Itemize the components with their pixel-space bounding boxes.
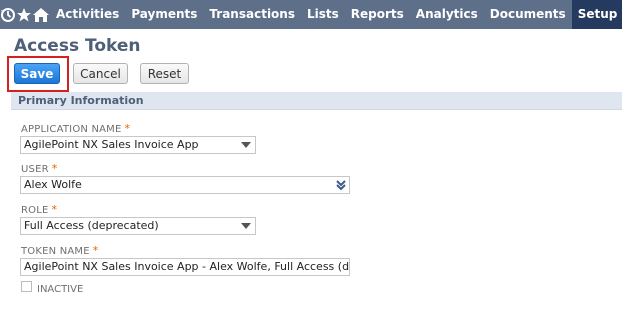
nav-item-reports[interactable]: Reports bbox=[345, 0, 410, 29]
cancel-button[interactable]: Cancel bbox=[73, 63, 128, 84]
required-marker: * bbox=[92, 244, 99, 257]
user-value: Alex Wolfe bbox=[24, 178, 82, 191]
nav-item-analytics[interactable]: Analytics bbox=[410, 0, 484, 29]
inactive-checkbox[interactable] bbox=[21, 281, 32, 292]
home-icon[interactable] bbox=[32, 0, 50, 29]
save-button[interactable]: Save bbox=[14, 63, 60, 84]
token-name-label-text: TOKEN NAME bbox=[21, 246, 90, 257]
section-header-primary-information: Primary Information bbox=[11, 92, 622, 110]
role-label: ROLE * bbox=[21, 203, 57, 216]
role-label-text: ROLE bbox=[21, 205, 49, 216]
role-value: Full Access (deprecated) bbox=[24, 219, 159, 232]
token-name-label: TOKEN NAME * bbox=[21, 244, 99, 257]
application-name-label-text: APPLICATION NAME bbox=[21, 124, 122, 135]
application-name-value: AgilePoint NX Sales Invoice App bbox=[24, 138, 199, 151]
required-marker: * bbox=[124, 122, 131, 135]
user-label-text: USER bbox=[21, 164, 49, 175]
double-chevron-down-icon[interactable] bbox=[336, 179, 346, 193]
required-marker: * bbox=[51, 203, 58, 216]
nav-item-documents[interactable]: Documents bbox=[484, 0, 572, 29]
nav-item-transactions[interactable]: Transactions bbox=[203, 0, 301, 29]
nav-item-payments[interactable]: Payments bbox=[125, 0, 203, 29]
chevron-down-icon bbox=[241, 223, 251, 229]
page-title: Access Token bbox=[14, 36, 141, 56]
token-name-value: AgilePoint NX Sales Invoice App - Alex W… bbox=[24, 260, 350, 273]
required-marker: * bbox=[51, 162, 58, 175]
reset-button[interactable]: Reset bbox=[140, 63, 189, 84]
user-label: USER * bbox=[21, 162, 57, 175]
star-icon[interactable] bbox=[16, 0, 32, 29]
recent-icon[interactable] bbox=[0, 0, 16, 29]
role-select[interactable]: Full Access (deprecated) bbox=[20, 217, 256, 235]
application-name-label: APPLICATION NAME * bbox=[21, 122, 130, 135]
user-select[interactable]: Alex Wolfe bbox=[20, 176, 350, 194]
top-navigation-bar: Activities Payments Transactions Lists R… bbox=[0, 0, 622, 29]
nav-item-setup[interactable]: Setup bbox=[571, 0, 622, 29]
nav-item-activities[interactable]: Activities bbox=[50, 0, 125, 29]
token-name-input[interactable]: AgilePoint NX Sales Invoice App - Alex W… bbox=[20, 258, 350, 276]
inactive-label: INACTIVE bbox=[37, 284, 84, 295]
nav-item-lists[interactable]: Lists bbox=[301, 0, 345, 29]
application-name-select[interactable]: AgilePoint NX Sales Invoice App bbox=[20, 136, 256, 154]
chevron-down-icon bbox=[241, 142, 251, 148]
